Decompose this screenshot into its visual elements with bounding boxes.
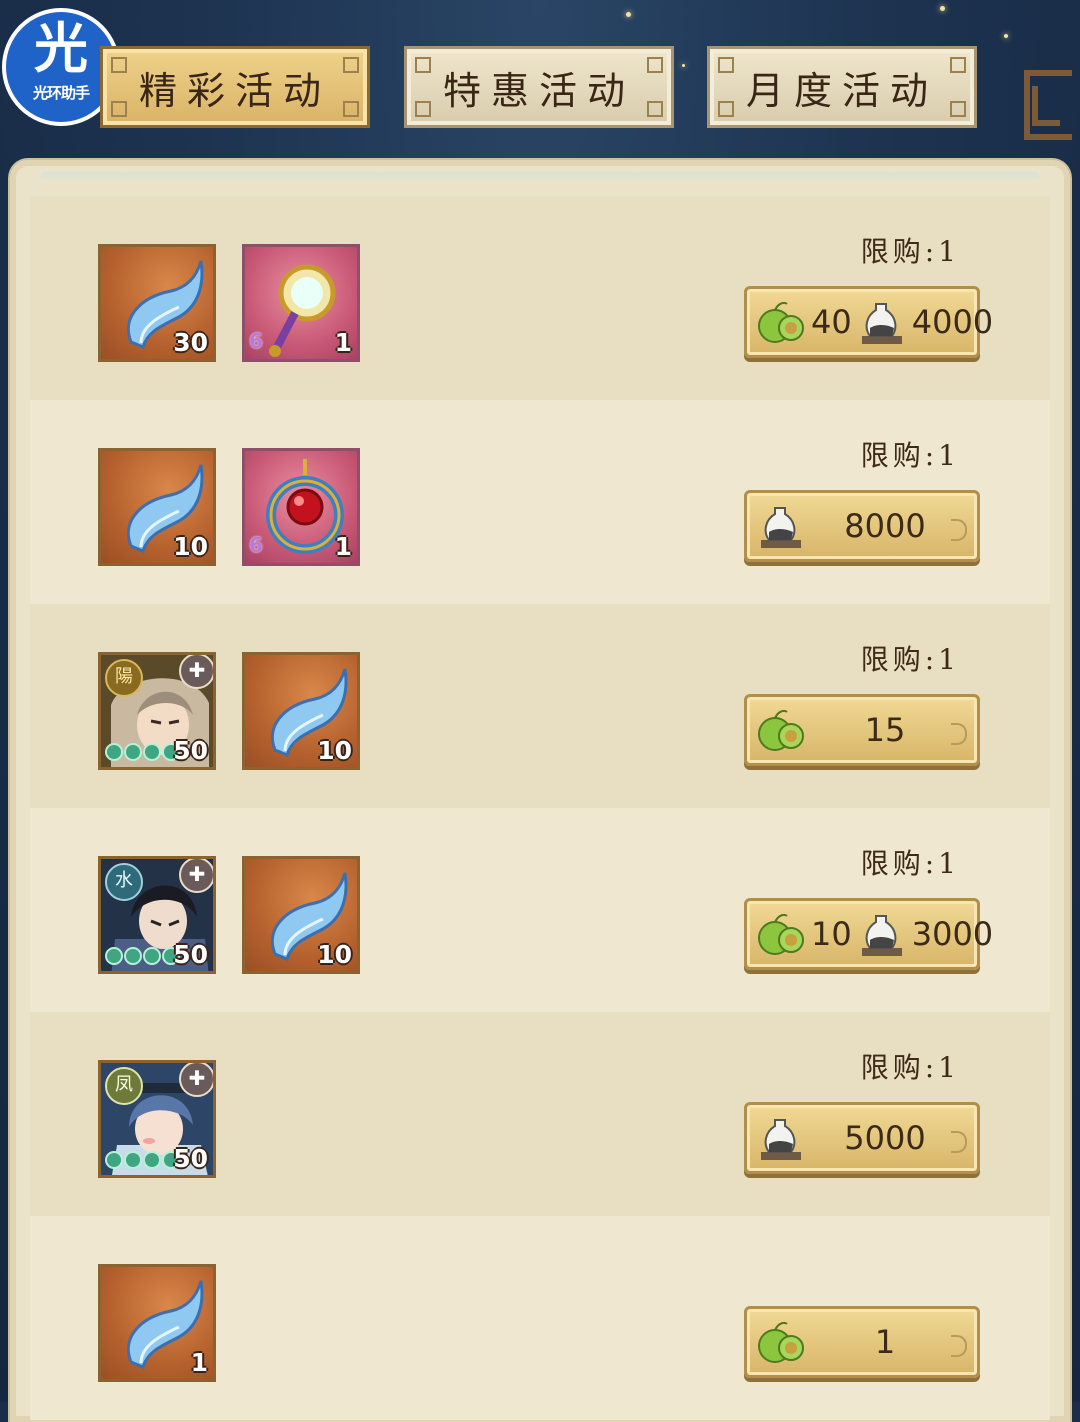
item-count: 10 — [317, 736, 352, 765]
buy-button[interactable]: 10 3000 — [744, 898, 993, 970]
gem-scepter-icon[interactable]: 6 1 — [242, 244, 360, 362]
price-value: 40 — [811, 303, 852, 341]
shop-row: 30 6 1 限购:1 40 4000 — [30, 196, 1050, 400]
shop-row: 水 ✚ 50 10 限购:1 10 3000 — [30, 808, 1050, 1012]
item-count: 50 — [173, 736, 208, 765]
buy-button[interactable]: 8000 — [744, 490, 980, 562]
purchase-limit: 限购:1 — [860, 1051, 960, 1084]
shop-row: 陽 ✚ 50 10 限购:1 15 — [30, 604, 1050, 808]
wine-jar-icon — [755, 502, 807, 550]
star-decoration — [940, 6, 945, 11]
green-fruit-icon — [755, 910, 807, 958]
star-decoration — [1004, 34, 1008, 38]
fragment-icon: ✚ — [179, 655, 213, 689]
item-count: 1 — [334, 532, 352, 561]
tab-label: 特惠活动 — [442, 68, 635, 113]
item-count: 30 — [173, 328, 208, 357]
star-decoration — [626, 12, 631, 17]
item-count: 50 — [173, 1144, 208, 1173]
green-fruit-icon — [755, 298, 807, 346]
purchase-limit: 限购:1 — [860, 439, 960, 472]
hero-portrait-icon[interactable]: 水 ✚ 50 — [98, 856, 216, 974]
buy-button[interactable]: 15 — [744, 694, 980, 766]
purchase-limit: 限购:1 — [860, 847, 960, 880]
tab-special-offers[interactable]: 特惠活动 — [404, 46, 674, 128]
blue-feather-icon[interactable]: 10 — [242, 856, 360, 974]
element-badge: 水 — [105, 863, 143, 901]
rank-pips — [105, 1151, 180, 1169]
wine-jar-icon — [755, 1114, 807, 1162]
price-value: 10 — [811, 915, 852, 953]
buy-button[interactable]: 5000 — [744, 1102, 980, 1174]
red-amulet-icon[interactable]: 6 1 — [242, 448, 360, 566]
tab-label: 精彩活动 — [138, 68, 331, 113]
item-count: 1 — [334, 328, 352, 357]
fragment-icon: ✚ — [179, 859, 213, 893]
tab-monthly-events[interactable]: 月度活动 — [707, 46, 977, 128]
blue-feather-icon[interactable]: 10 — [98, 448, 216, 566]
star-decoration — [682, 64, 685, 67]
item-count: 10 — [317, 940, 352, 969]
wine-jar-icon — [856, 910, 908, 958]
buy-button[interactable]: 40 4000 — [744, 286, 993, 358]
item-count: 10 — [173, 532, 208, 561]
shop-row: 1 1 — [30, 1216, 1050, 1420]
tab-label: 月度活动 — [745, 68, 938, 113]
green-fruit-icon — [755, 706, 807, 754]
hero-portrait-icon[interactable]: 凤 ✚ 50 — [98, 1060, 216, 1178]
star-level: 6 — [249, 329, 263, 353]
shop-row: 10 6 1 限购:1 8000 — [30, 400, 1050, 604]
blue-feather-icon[interactable]: 10 — [242, 652, 360, 770]
green-fruit-icon — [755, 1318, 807, 1366]
item-count: 1 — [190, 1348, 208, 1377]
purchase-limit: 限购:1 — [860, 235, 960, 268]
element-badge: 凤 — [105, 1067, 143, 1105]
fragment-icon: ✚ — [179, 1063, 213, 1097]
item-count: 50 — [173, 940, 208, 969]
buy-button[interactable]: 1 — [744, 1306, 980, 1378]
shop-row: 凤 ✚ 50 限购:1 5000 — [30, 1012, 1050, 1216]
element-badge: 陽 — [105, 659, 143, 697]
purchase-limit: 限购:1 — [860, 643, 960, 676]
rank-pips — [105, 947, 180, 965]
blue-feather-icon[interactable]: 1 — [98, 1264, 216, 1382]
rank-pips — [105, 743, 180, 761]
panel-edge — [40, 172, 1040, 182]
fret-ornament — [1032, 86, 1060, 126]
price-value: 3000 — [911, 915, 994, 953]
wine-jar-icon — [856, 298, 908, 346]
hero-portrait-icon[interactable]: 陽 ✚ 50 — [98, 652, 216, 770]
tab-highlight-events[interactable]: 精彩活动 — [100, 46, 370, 128]
price-value: 4000 — [911, 303, 994, 341]
blue-feather-icon[interactable]: 30 — [98, 244, 216, 362]
star-level: 6 — [249, 533, 263, 557]
